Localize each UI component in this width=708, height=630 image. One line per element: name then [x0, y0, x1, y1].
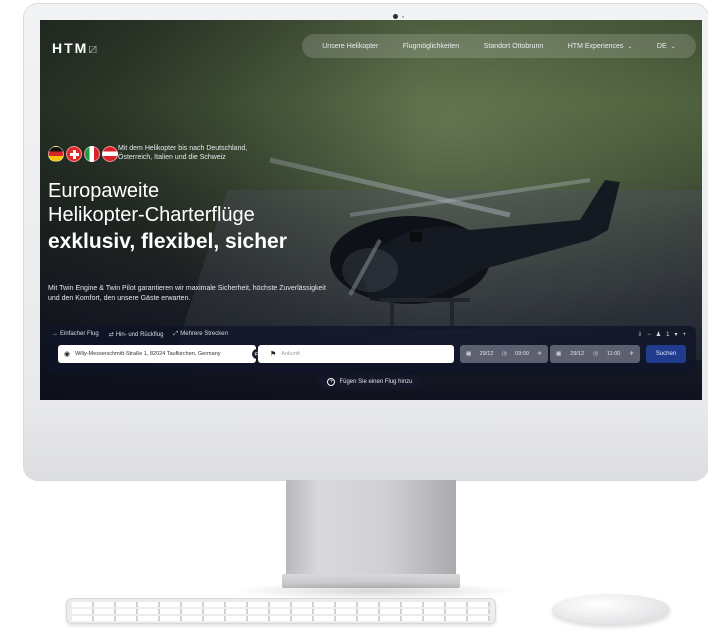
keyboard-row	[72, 609, 490, 614]
arrival-placeholder: Ankunft	[281, 351, 300, 357]
add-flight-label: Fügen Sie einen Flug hinzu	[339, 379, 413, 385]
airplane-icon: ✈	[629, 351, 634, 357]
headline-line-2: Helikopter-Charterflüge	[48, 204, 255, 226]
flag-icon: ⚑	[270, 351, 277, 358]
austria-flag-icon	[102, 146, 118, 162]
headline-line-1: Europaweite	[48, 180, 160, 202]
keyboard-row	[72, 602, 490, 607]
logo-text: HTM	[52, 40, 89, 56]
location-pin-icon: ◉	[64, 351, 71, 358]
outbound-date-field[interactable]: ▦ 29/12 ◷ 09:00 ✈	[460, 345, 548, 363]
hero-subtext: Mit Twin Engine & Twin Pilot garantieren…	[48, 285, 326, 302]
minus-icon[interactable]: −	[647, 332, 651, 338]
clock-icon: ◷	[501, 351, 507, 357]
language-label: DE	[656, 42, 667, 50]
stage: HTM⧄ Unsere Helikopter Flugmöglichkeiten…	[0, 0, 708, 630]
nav-item-helikopter[interactable]: Unsere Helikopter	[322, 43, 378, 50]
add-flight-button[interactable]: + Fügen Sie einen Flug hinzu	[318, 375, 422, 389]
chevron-down-icon: ⌄	[627, 43, 633, 50]
nav-item-experiences-label: HTM Experiences	[567, 42, 624, 50]
headline-line-3: exklusiv, flexibel, sicher	[48, 230, 287, 253]
country-flags	[48, 146, 118, 162]
arrow-right-icon: →	[52, 331, 58, 337]
nav-item-standort[interactable]: Standort Ottobrunn	[484, 43, 544, 50]
tab-multi-leg[interactable]: ⤢ Mehrere Strecken	[173, 331, 228, 338]
passenger-count: 1	[666, 331, 670, 338]
tab-one-way[interactable]: → Einfacher Flug	[52, 331, 99, 338]
screen: HTM⧄ Unsere Helikopter Flugmöglichkeiten…	[40, 20, 702, 400]
passenger-selector[interactable]: ⇩ − ♟ 1 ▾ +	[637, 331, 686, 339]
logo[interactable]: HTM⧄	[52, 40, 99, 57]
tab-round-trip-label: Hin- und Rückflug	[115, 332, 164, 338]
flags-caption: Mit dem Helikopter bis nach Deutschland,…	[118, 145, 248, 161]
outbound-date: 29/12	[479, 351, 494, 357]
swap-arrows-icon: ⇄	[108, 332, 114, 338]
calendar-icon: ▦	[466, 351, 472, 357]
return-date: 29/12	[570, 351, 585, 357]
camera-icon	[393, 14, 398, 19]
person-icon: ♟	[655, 332, 662, 338]
chevron-down-icon: ⌄	[670, 43, 676, 50]
logo-mark-icon: ⧄	[88, 40, 100, 56]
departure-input[interactable]: ◉ Willy-Messerschmitt-Straße 1, 82024 Ta…	[58, 345, 256, 363]
camera-led-icon	[402, 16, 404, 18]
outbound-time: 09:00	[515, 351, 529, 357]
clock-icon: ◷	[593, 351, 598, 357]
mouse-icon	[552, 594, 670, 624]
nav-item-experiences[interactable]: HTM Experiences ⌄	[568, 43, 633, 50]
keyboard-icon	[66, 598, 496, 624]
plus-circle-icon: +	[327, 378, 336, 386]
chevron-down-icon: ▾	[674, 332, 678, 338]
return-time: 11:00	[606, 351, 621, 357]
airplane-icon: ✈	[537, 351, 542, 357]
return-date-field[interactable]: ▦ 29/12 ◷ 11:00 ✈	[550, 345, 640, 363]
germany-flag-icon	[48, 146, 64, 162]
italy-flag-icon	[84, 146, 100, 162]
tab-multi-leg-label: Mehrere Strecken	[180, 331, 228, 337]
departure-value: Willy-Messerschmitt-Straße 1, 82024 Tauf…	[75, 351, 221, 357]
tab-one-way-label: Einfacher Flug	[60, 331, 99, 337]
tab-round-trip[interactable]: ⇄ Hin- und Rückflug	[109, 331, 164, 338]
trip-type-tabs: → Einfacher Flug ⇄ Hin- und Rückflug ⤢ Mehr…	[52, 331, 228, 338]
luggage-icon: ⇩	[637, 332, 643, 338]
imac-stand	[286, 480, 456, 576]
search-button[interactable]: Suchen	[646, 345, 686, 363]
imac-chin	[24, 398, 708, 480]
language-select[interactable]: DE ⌄	[657, 43, 676, 50]
arrival-input[interactable]: ⚑ Ankunft	[258, 345, 454, 363]
calendar-icon: ▦	[556, 351, 562, 357]
nav-item-flugmoeglichkeiten[interactable]: Flugmöglichkeiten	[403, 43, 459, 50]
multi-route-icon: ⤢	[173, 331, 179, 337]
keyboard-row	[72, 616, 490, 621]
main-nav: Unsere Helikopter Flugmöglichkeiten Stan…	[302, 34, 696, 58]
plus-icon[interactable]: +	[682, 332, 686, 338]
switzerland-flag-icon	[66, 146, 82, 162]
